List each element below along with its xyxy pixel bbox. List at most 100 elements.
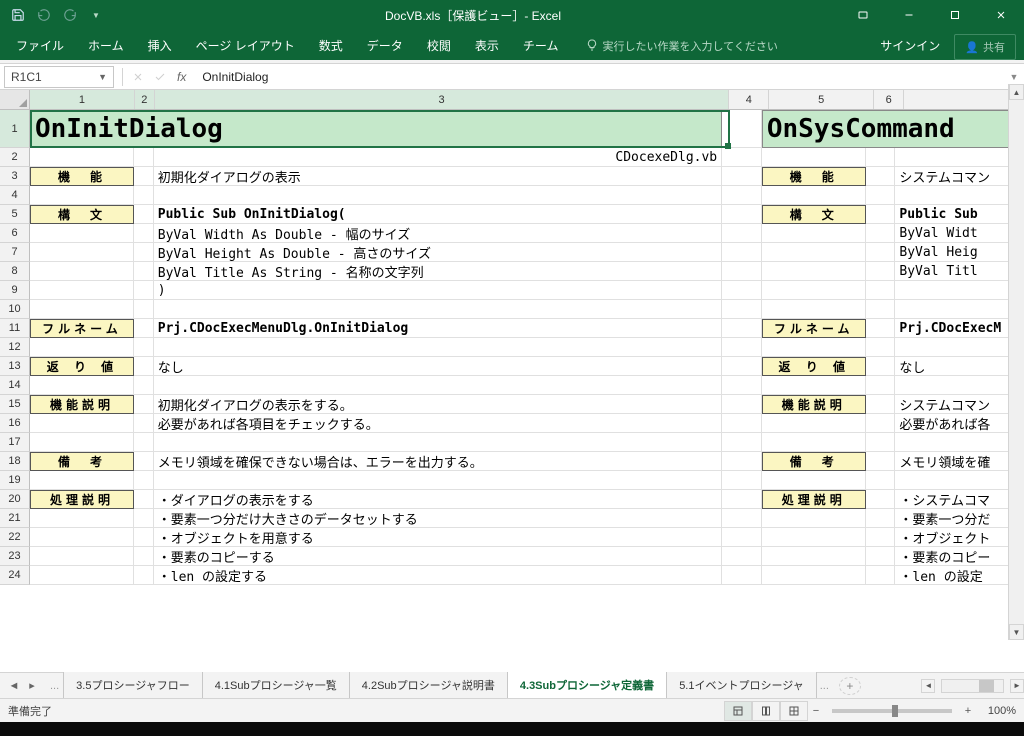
vscroll-track[interactable] [1009, 100, 1024, 624]
maximize-button[interactable] [932, 0, 978, 30]
horizontal-scrollbar[interactable] [941, 679, 1004, 693]
signin-link[interactable]: サインイン [866, 31, 954, 60]
view-pagelayout-button[interactable] [752, 701, 780, 721]
sheet-nav-first-icon[interactable]: ◄ [6, 678, 22, 694]
enter-formula-icon[interactable] [149, 66, 171, 88]
scroll-down-icon[interactable]: ▼ [1009, 624, 1024, 640]
sheet-tab[interactable]: 3.5プロシージャフロー [63, 672, 203, 699]
label-syntax-left[interactable]: 構 文 [30, 205, 134, 224]
row-header[interactable]: 9 [0, 281, 30, 300]
fx-label[interactable]: fx [171, 70, 192, 84]
sheet-tab[interactable]: 4.1Subプロシージャ一覧 [202, 672, 350, 699]
formula-input[interactable]: OnInitDialog [192, 70, 1004, 84]
ribbon-display-icon[interactable] [840, 0, 886, 30]
row-header[interactable]: 11 [0, 319, 30, 338]
row-header[interactable]: 14 [0, 376, 30, 395]
row-header[interactable]: 2 [0, 148, 30, 167]
tab-file[interactable]: ファイル [4, 31, 76, 60]
row-header[interactable]: 21 [0, 509, 30, 528]
row-header[interactable]: 6 [0, 224, 30, 243]
label-fullname-right[interactable]: フルネーム [762, 319, 866, 338]
row-header[interactable]: 13 [0, 357, 30, 376]
row-header[interactable]: 8 [0, 262, 30, 281]
select-all-corner[interactable] [0, 90, 30, 109]
view-normal-button[interactable] [724, 701, 752, 721]
zoom-slider-thumb[interactable] [892, 705, 898, 717]
label-process-right[interactable]: 処理説明 [762, 490, 866, 509]
label-remarks-right[interactable]: 備 考 [762, 452, 866, 471]
col-header-spill[interactable] [904, 90, 1024, 109]
row-header[interactable]: 16 [0, 414, 30, 433]
col-header-1[interactable]: 1 [30, 90, 135, 109]
minimize-button[interactable] [886, 0, 932, 30]
label-function-left[interactable]: 機 能 [30, 167, 134, 186]
add-sheet-button[interactable]: + [839, 677, 861, 695]
zoom-in-button[interactable]: + [960, 705, 976, 717]
row-header[interactable]: 23 [0, 547, 30, 566]
row-header[interactable]: 19 [0, 471, 30, 490]
row-header[interactable]: 12 [0, 338, 30, 357]
label-process-left[interactable]: 処理説明 [30, 490, 134, 509]
label-fullname-left[interactable]: フルネーム [30, 319, 134, 338]
tab-insert[interactable]: 挿入 [136, 31, 184, 60]
cell-function[interactable]: 初期化ダイアログの表示 [154, 167, 722, 186]
col-header-3[interactable]: 3 [155, 90, 729, 109]
share-button[interactable]: 👤共有 [954, 34, 1016, 60]
qat-dropdown-icon[interactable]: ▼ [86, 5, 106, 25]
label-syntax-right[interactable]: 構 文 [762, 205, 866, 224]
sheet-nav-prev-icon[interactable]: ▸ [24, 678, 40, 694]
hscroll-thumb[interactable] [979, 680, 994, 692]
hscroll-right-icon[interactable]: ► [1010, 679, 1024, 693]
label-return-right[interactable]: 返 り 値 [762, 357, 866, 376]
view-pagebreak-button[interactable] [780, 701, 808, 721]
row-header[interactable]: 18 [0, 452, 30, 471]
row-header[interactable]: 7 [0, 243, 30, 262]
col-header-2[interactable]: 2 [135, 90, 155, 109]
col-header-4[interactable]: 4 [729, 90, 769, 109]
formula-bar-expand-icon[interactable]: ▼ [1004, 72, 1024, 82]
row-header[interactable]: 4 [0, 186, 30, 205]
label-remarks-left[interactable]: 備 考 [30, 452, 134, 471]
label-desc-left[interactable]: 機能説明 [30, 395, 134, 414]
undo-icon[interactable] [34, 5, 54, 25]
zoom-out-button[interactable]: − [808, 705, 824, 717]
row-header[interactable]: 17 [0, 433, 30, 452]
tab-formulas[interactable]: 数式 [307, 31, 355, 60]
scroll-up-icon[interactable]: ▲ [1009, 84, 1024, 100]
tell-me-search[interactable]: 実行したい作業を入力してください [578, 32, 866, 60]
hscroll-left-icon[interactable]: ◄ [921, 679, 935, 693]
tab-pagelayout[interactable]: ページ レイアウト [184, 31, 307, 60]
row-header[interactable]: 3 [0, 167, 30, 186]
vertical-scrollbar[interactable]: ▲ ▼ [1008, 84, 1024, 640]
zoom-percent[interactable]: 100% [976, 705, 1016, 717]
sheet-tabs-ellipsis[interactable]: ... [46, 680, 63, 692]
grid-area[interactable]: 1 2 3 4 5 6 7 8 9 10 11 12 13 14 15 16 1… [0, 110, 1024, 666]
name-box[interactable]: R1C1 ▼ [4, 66, 114, 88]
label-desc-right[interactable]: 機能説明 [762, 395, 866, 414]
redo-icon[interactable] [60, 5, 80, 25]
row-header[interactable]: 10 [0, 300, 30, 319]
row-header[interactable]: 24 [0, 566, 30, 585]
col-header-5[interactable]: 5 [769, 90, 874, 109]
row-header[interactable]: 5 [0, 205, 30, 224]
col-header-6[interactable]: 6 [874, 90, 904, 109]
row-header[interactable]: 20 [0, 490, 30, 509]
tab-view[interactable]: 表示 [463, 31, 511, 60]
label-return-left[interactable]: 返 り 値 [30, 357, 134, 376]
cell-title-left[interactable]: OnInitDialog [30, 110, 722, 148]
cell-source-file[interactable]: CDocexeDlg.vb [154, 148, 722, 167]
save-icon[interactable] [8, 5, 28, 25]
cancel-formula-icon[interactable] [127, 66, 149, 88]
zoom-slider[interactable] [832, 709, 952, 713]
row-header[interactable]: 1 [0, 110, 30, 148]
cell-title-right[interactable]: OnSysCommand [762, 110, 1024, 148]
tab-data[interactable]: データ [355, 31, 415, 60]
label-function-right[interactable]: 機 能 [762, 167, 866, 186]
name-box-dropdown-icon[interactable]: ▼ [98, 72, 107, 82]
tab-review[interactable]: 校閲 [415, 31, 463, 60]
sheet-tab[interactable]: 5.1イベントプロシージャ [666, 672, 817, 699]
sheet-tabs-ellipsis[interactable]: ... [816, 680, 833, 692]
tab-team[interactable]: チーム [511, 31, 571, 60]
row-header[interactable]: 15 [0, 395, 30, 414]
row-header[interactable]: 22 [0, 528, 30, 547]
